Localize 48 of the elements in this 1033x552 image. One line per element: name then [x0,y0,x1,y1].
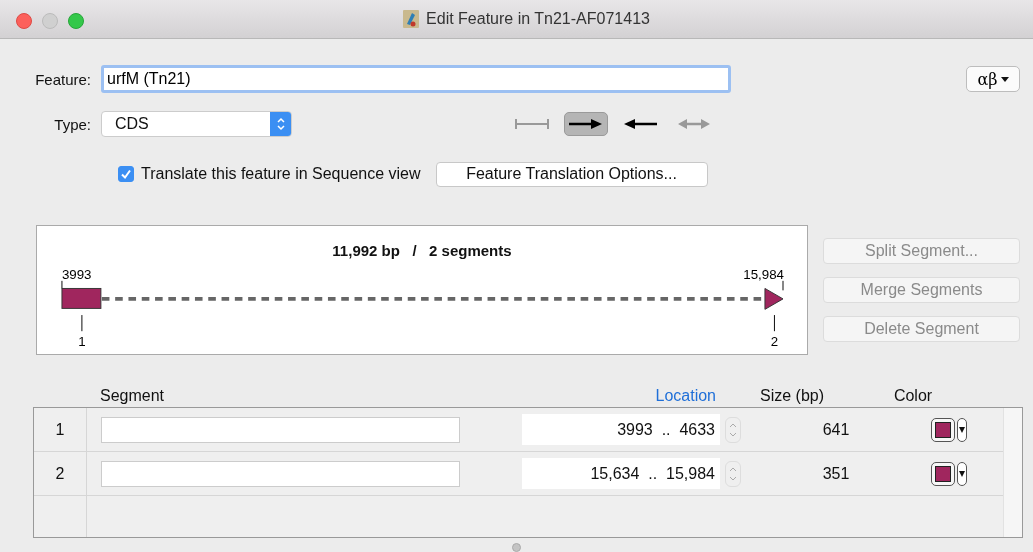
symbol-menu-button[interactable]: αβ [966,66,1020,92]
color-well[interactable] [931,417,955,442]
range-bar-icon [515,118,549,130]
double-arrow-icon [677,118,711,130]
translate-label: Translate this feature in Sequence view [141,165,421,183]
column-header[interactable]: Segment [100,387,550,405]
segment-name-field[interactable] [101,416,460,443]
right-arrow-icon [569,118,603,130]
feature-label: Feature: [34,70,92,88]
close-button[interactable] [16,13,32,29]
column-header[interactable]: Color [868,387,958,405]
color-well[interactable] [931,461,955,486]
row-number: 1 [34,408,87,451]
segment-name-field[interactable] [101,460,460,487]
location-stepper[interactable] [725,416,741,443]
size-cell-text: 641 [821,420,851,439]
zoom-button[interactable] [68,13,84,29]
end-tick [782,280,784,291]
map-summary: 11,992 bp / 2 segments [332,242,512,259]
type-label: Type: [53,115,92,133]
type-select[interactable]: CDS [101,111,292,137]
end-position-label: 15,984 [743,266,784,282]
column-header[interactable]: Size (bp) [717,387,867,405]
document-icon [403,10,420,28]
translation-options-button[interactable]: Feature Translation Options... [435,161,708,187]
forward-arrow-button[interactable] [564,112,608,136]
column-header[interactable]: Location [550,387,716,405]
segment-block[interactable] [61,287,102,309]
start-tick [61,280,63,289]
row-number: 2 [34,452,87,495]
left-arrow-icon [623,118,657,130]
segment-tick [81,314,83,332]
up-down-chevron-icon [275,116,286,132]
location-field[interactable]: 15,634 .. 15,984 [522,458,720,489]
color-menu-button[interactable] [957,417,967,442]
color-menu-button[interactable] [957,461,967,486]
location-field[interactable]: 3993 .. 4633 [522,414,720,445]
size-cell-text: 351 [821,464,851,483]
resize-handle[interactable] [512,543,521,552]
location-stepper[interactable] [725,460,741,487]
segment-arrow[interactable] [764,287,784,310]
feature-name-field[interactable]: urfM (Tn21) [101,65,731,93]
translate-checkbox[interactable] [118,166,134,182]
segment-number: 2 [770,334,779,350]
start-position-label: 3993 [61,266,92,282]
window-title: Edit Feature in Tn21-AF071413 [426,10,650,28]
segment-tick [773,314,775,332]
segment-number: 1 [78,334,86,350]
